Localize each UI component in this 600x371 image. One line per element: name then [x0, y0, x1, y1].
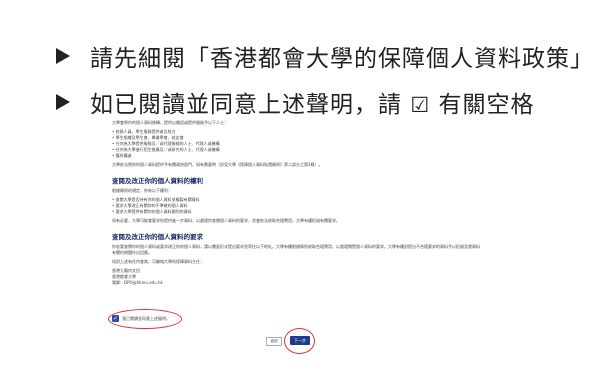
list-item: • 獲授權者	[112, 153, 132, 158]
request-text: 你若要查閱你的個人資料或要求改正你的個人資料，請以書面形式提出要求並寄往以下地址…	[112, 244, 480, 255]
section-heading-request: 查閱及改正你的個人資料的要求	[112, 233, 203, 241]
checkbox-icon: ☑	[410, 93, 431, 117]
disclosure-text: 大學依法將你的個人資料提供予有關政府部門，如有需要時（詳見大學《保障個人資料私隱…	[112, 162, 323, 167]
rights-intro: 根據條例的規定，你有以下權利：	[112, 188, 172, 193]
intro-text: 大學會將你的個人資料移轉，提供以開設或提供服務予以下人士：	[112, 120, 228, 125]
instruction-bullet-2: 如已閱讀並同意上述聲明，請 ☑ 有關空格	[56, 85, 534, 119]
rights-note: 如有必要，大學可能會要求你提供進一步資料，以處理你查閱個人資料的要求，並會依法收…	[112, 218, 340, 223]
triangle-bullet-icon	[56, 94, 70, 110]
instruction-bullet-1: 請先細閱「香港都會大學的保障個人資料政策」	[56, 39, 594, 73]
highlight-circle-checkbox	[108, 309, 182, 329]
section-heading-rights: 查閱及改正你的個人資料的權利	[112, 177, 203, 185]
instruction-text: 如已閱讀並同意上述聲明，請 ☑ 有關空格	[90, 92, 535, 118]
back-button[interactable]: 返回	[266, 337, 282, 346]
rights-list: • 查閱大學是否持有你的個人資料並複製有關資料 • 要求大學改正有關你的不準確的…	[112, 197, 502, 215]
contact-block: 香港九龍何文田 香港都會大學 電郵：DPO@hkmu.edu.hk	[112, 268, 502, 286]
contact-intro: 如對上述有任何查詢，可聯絡大學的保障資料主任：	[112, 259, 204, 264]
highlight-circle-next	[284, 328, 315, 354]
recipient-list: • 校務人員、學生服務提供者及校方 • 學生組織及學生會、畢業學會、校友會 • …	[112, 129, 502, 159]
list-item: • 要求大學提供有關你的個人資料類別的資料	[112, 209, 192, 214]
privacy-statement-screenshot: 大學會將你的個人資料移轉，提供以開設或提供服務予以下人士： • 校務人員、學生服…	[108, 117, 502, 357]
instruction-text: 請先細閱「香港都會大學的保障個人資料政策」	[90, 46, 594, 72]
triangle-bullet-icon	[56, 48, 70, 64]
contact-line: 電郵：DPO@hkmu.edu.hk	[112, 280, 163, 285]
